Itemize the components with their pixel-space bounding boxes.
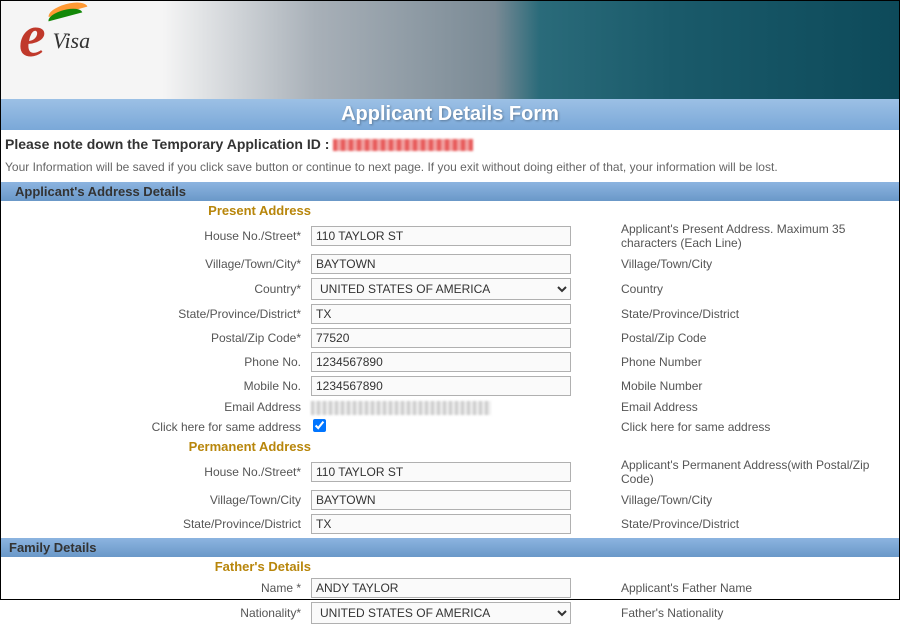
present-email-label: Email Address: [11, 400, 311, 414]
father-name-label: Name *: [11, 581, 311, 595]
logo-visa-text: Visa: [53, 28, 90, 53]
present-email-help: Email Address: [581, 400, 889, 414]
present-address-block: Present Address House No./Street* Applic…: [1, 201, 899, 534]
present-state-input[interactable]: [311, 304, 571, 324]
present-city-label: Village/Town/City*: [11, 257, 311, 271]
father-nationality-help: Father's Nationality: [581, 606, 889, 620]
father-nationality-label: Nationality*: [11, 606, 311, 620]
present-country-label: Country*: [11, 282, 311, 296]
temp-application-id-row: Please note down the Temporary Applicati…: [1, 130, 899, 156]
present-mobile-help: Mobile Number: [581, 379, 889, 393]
present-phone-label: Phone No.: [11, 355, 311, 369]
present-phone-input[interactable]: [311, 352, 571, 372]
present-phone-help: Phone Number: [581, 355, 889, 369]
present-country-select[interactable]: UNITED STATES OF AMERICA: [311, 278, 571, 300]
header-banner: e Visa: [1, 1, 899, 99]
permanent-city-help: Village/Town/City: [581, 493, 889, 507]
father-name-help: Applicant's Father Name: [581, 581, 889, 595]
present-state-label: State/Province/District*: [11, 307, 311, 321]
present-address-subheader: Present Address: [208, 199, 311, 222]
present-postal-label: Postal/Zip Code*: [11, 331, 311, 345]
present-house-input[interactable]: [311, 226, 571, 246]
save-info-text: Your Information will be saved if you cl…: [1, 156, 899, 182]
permanent-state-help: State/Province/District: [581, 517, 889, 531]
permanent-city-input[interactable]: [311, 490, 571, 510]
page-title: Applicant Details Form: [1, 99, 899, 130]
present-country-help: Country: [581, 282, 889, 296]
temp-id-label: Please note down the Temporary Applicati…: [5, 136, 329, 152]
father-details-block: Father's Details Name * Applicant's Fath…: [1, 557, 899, 624]
tricolor-swoosh-icon: [47, 4, 97, 24]
same-address-help: Click here for same address: [581, 420, 889, 434]
permanent-city-label: Village/Town/City: [11, 493, 311, 507]
permanent-house-help: Applicant's Permanent Address(with Posta…: [581, 458, 889, 486]
present-postal-input[interactable]: [311, 328, 571, 348]
present-postal-help: Postal/Zip Code: [581, 331, 889, 345]
permanent-house-input[interactable]: [311, 462, 571, 482]
permanent-state-label: State/Province/District: [11, 517, 311, 531]
permanent-house-label: House No./Street*: [11, 465, 311, 479]
father-name-input[interactable]: [311, 578, 571, 598]
permanent-address-subheader: Permanent Address: [189, 435, 311, 458]
present-house-label: House No./Street*: [11, 229, 311, 243]
same-address-label: Click here for same address: [11, 420, 311, 434]
present-mobile-label: Mobile No.: [11, 379, 311, 393]
present-city-help: Village/Town/City: [581, 257, 889, 271]
section-family-header: Family Details: [1, 538, 899, 557]
present-house-help: Applicant's Present Address. Maximum 35 …: [581, 222, 889, 250]
same-address-checkbox[interactable]: [313, 419, 326, 432]
logo-e-letter: e: [19, 6, 46, 66]
present-city-input[interactable]: [311, 254, 571, 274]
evisa-logo: e Visa: [19, 6, 86, 66]
father-nationality-select[interactable]: UNITED STATES OF AMERICA: [311, 602, 571, 624]
temp-id-redacted: [333, 139, 473, 151]
father-details-subheader: Father's Details: [215, 555, 311, 578]
present-state-help: State/Province/District: [581, 307, 889, 321]
permanent-state-input[interactable]: [311, 514, 571, 534]
section-address-header: Applicant's Address Details: [1, 182, 899, 201]
present-email-redacted: [311, 401, 491, 415]
present-mobile-input[interactable]: [311, 376, 571, 396]
